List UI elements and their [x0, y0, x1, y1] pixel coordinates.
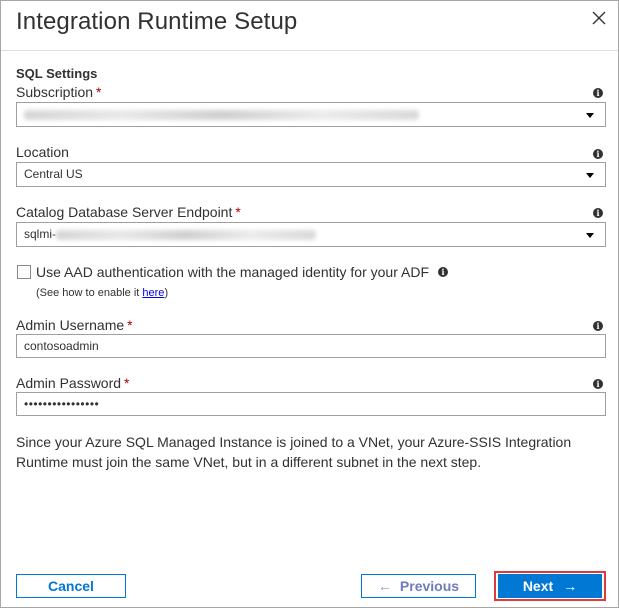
- next-button[interactable]: Next →: [498, 574, 602, 598]
- info-icon[interactable]: i: [593, 379, 603, 389]
- hint-here-link[interactable]: here: [142, 287, 164, 299]
- previous-label: Previous: [399, 578, 460, 594]
- arrow-right-icon: →: [563, 578, 578, 594]
- aad-auth-hint: (See how to enable it here): [36, 287, 168, 299]
- info-icon[interactable]: i: [593, 208, 603, 218]
- admin-password-label: Admin Password *: [16, 375, 130, 391]
- subscription-label-text: Subscription: [16, 84, 94, 100]
- required-marker: *: [96, 84, 102, 100]
- info-icon[interactable]: i: [593, 88, 603, 98]
- admin-password-label-text: Admin Password: [16, 375, 122, 391]
- redacted-value: [56, 229, 316, 240]
- cancel-button[interactable]: Cancel: [16, 574, 126, 598]
- chevron-down-icon: [586, 113, 594, 118]
- hint-suffix: ): [164, 287, 169, 299]
- required-marker: *: [127, 317, 133, 333]
- hint-prefix: (See how to enable it: [36, 287, 143, 299]
- vnet-note: Since your Azure SQL Managed Instance is…: [16, 434, 572, 470]
- required-marker: *: [235, 204, 241, 220]
- next-label: Next: [522, 578, 554, 594]
- arrow-left-icon: ←: [377, 578, 392, 594]
- chevron-down-icon: [586, 173, 594, 178]
- info-icon[interactable]: i: [593, 149, 603, 159]
- info-icon[interactable]: i: [438, 267, 448, 277]
- admin-username-input[interactable]: contosoadmin: [16, 334, 606, 358]
- admin-username-label-text: Admin Username: [16, 317, 125, 333]
- subscription-select[interactable]: [16, 102, 606, 127]
- previous-button[interactable]: ← Previous: [361, 574, 476, 598]
- aad-auth-label: Use AAD authentication with the managed …: [36, 264, 429, 280]
- dialog: Integration Runtime Setup SQL Settings S…: [0, 0, 619, 608]
- required-marker: *: [124, 375, 130, 391]
- chevron-down-icon: [586, 233, 594, 238]
- catalog-endpoint-value: sqlmi-: [24, 227, 56, 241]
- section-title-sql-settings: SQL Settings: [16, 66, 98, 81]
- dialog-title: Integration Runtime Setup: [16, 8, 298, 35]
- redacted-value: [24, 109, 419, 120]
- subscription-label: Subscription *: [16, 84, 102, 100]
- dialog-header: Integration Runtime Setup: [1, 1, 618, 51]
- catalog-endpoint-label: Catalog Database Server Endpoint *: [16, 204, 241, 220]
- location-value: Central US: [24, 167, 83, 181]
- close-icon[interactable]: [590, 9, 608, 27]
- catalog-endpoint-select[interactable]: sqlmi-: [16, 222, 606, 247]
- admin-password-input[interactable]: ••••••••••••••••: [16, 392, 606, 416]
- catalog-endpoint-label-text: Catalog Database Server Endpoint: [16, 204, 233, 220]
- location-label: Location: [16, 144, 69, 160]
- aad-auth-checkbox[interactable]: [17, 265, 31, 279]
- location-select[interactable]: Central US: [16, 162, 606, 187]
- info-icon[interactable]: i: [593, 321, 603, 331]
- admin-username-label: Admin Username *: [16, 317, 133, 333]
